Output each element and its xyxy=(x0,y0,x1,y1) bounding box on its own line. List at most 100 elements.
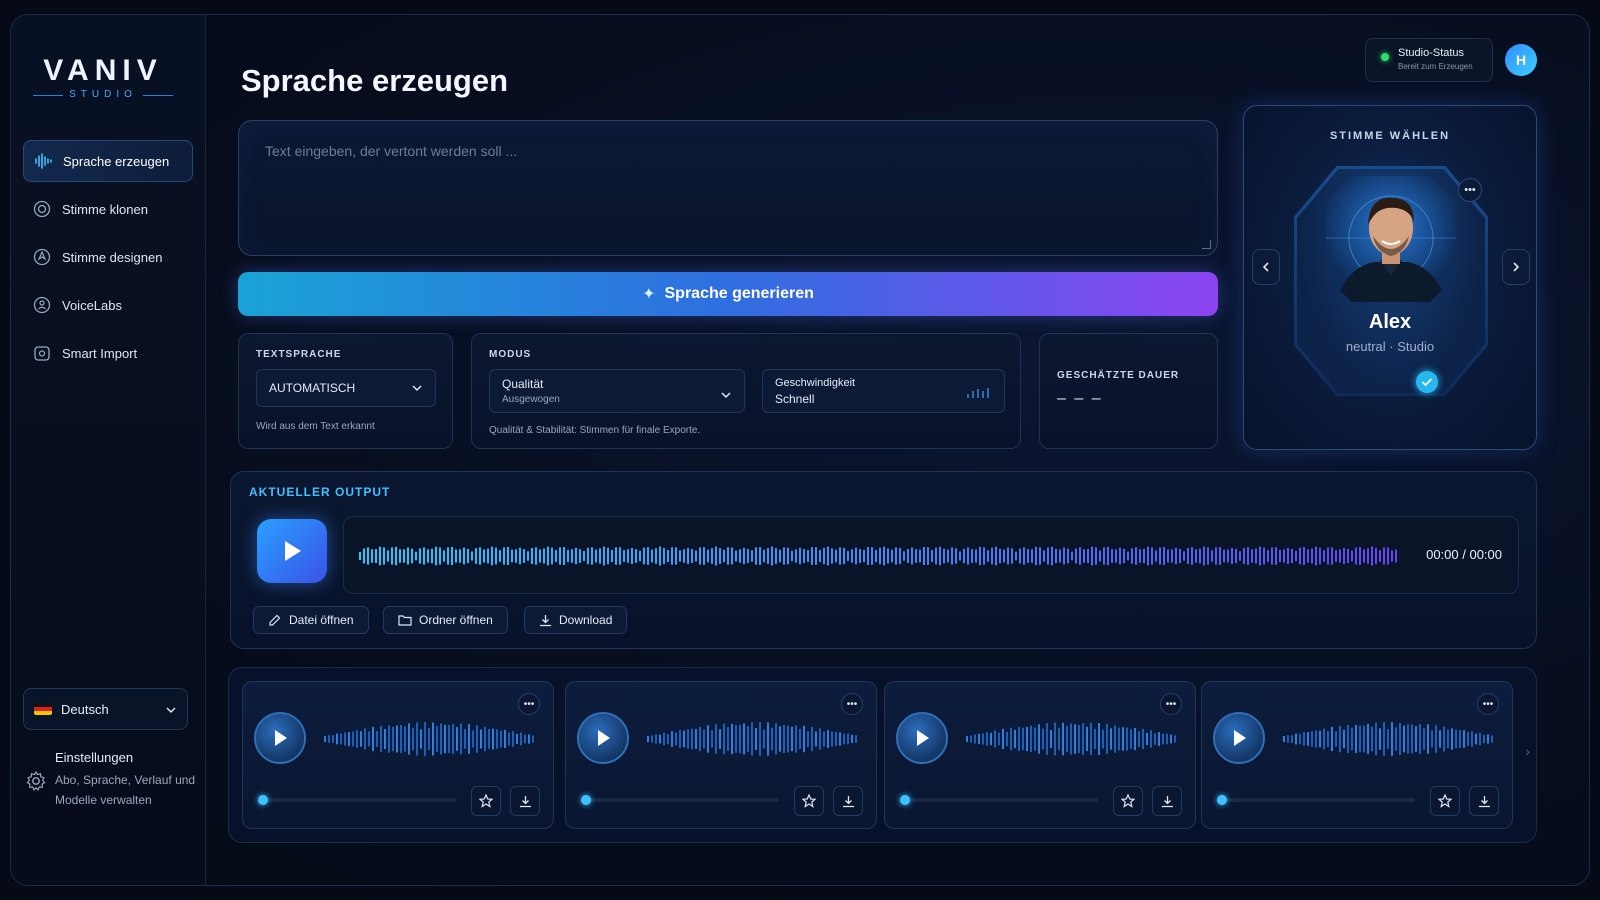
voice-prev-button[interactable] xyxy=(1252,249,1280,285)
chevron-down-icon xyxy=(165,702,177,717)
more-icon[interactable]: ••• xyxy=(841,693,863,715)
history-play-button[interactable] xyxy=(254,712,306,764)
settings-title: Einstellungen xyxy=(55,750,134,765)
quality-select[interactable]: Qualität Ausgewogen xyxy=(489,369,745,413)
download-icon xyxy=(1478,795,1490,807)
sidebar-item-label: Stimme klonen xyxy=(62,201,148,217)
folder-icon xyxy=(398,615,412,626)
chevron-right-icon xyxy=(1513,262,1520,272)
modus-card: MODUS Qualität Ausgewogen Geschwindigkei… xyxy=(471,333,1021,449)
voice-selector: STIMME WÄHLEN ••• Alex neutral · Studio xyxy=(1243,105,1537,450)
star-icon xyxy=(1438,794,1452,808)
clone-icon xyxy=(33,200,51,218)
sidebar-item-label: Stimme designen xyxy=(62,249,163,265)
status-dot xyxy=(1381,53,1389,61)
textsprache-card: TEXTSPRACHE AUTOMATISCH Wird aus dem Tex… xyxy=(238,333,453,449)
history-item[interactable]: ••• xyxy=(884,681,1196,829)
sidebar-item-stimme-klonen[interactable]: Stimme klonen xyxy=(23,188,193,230)
open-folder-button[interactable]: Ordner öffnen xyxy=(383,606,508,634)
app-window: VANIV STUDIO Sprache erzeugen Stimme klo… xyxy=(10,14,1590,886)
waveform-icon xyxy=(34,152,52,170)
open-file-label: Datei öffnen xyxy=(289,613,354,627)
favorite-button[interactable] xyxy=(1113,786,1143,816)
progress-handle[interactable] xyxy=(258,795,268,805)
textsprache-select[interactable]: AUTOMATISCH xyxy=(256,369,436,407)
favorite-button[interactable] xyxy=(794,786,824,816)
history-progress[interactable] xyxy=(900,795,1098,805)
edit-icon xyxy=(269,614,281,626)
history-download-button[interactable] xyxy=(510,786,540,816)
speed-value: Schnell xyxy=(775,391,815,406)
history-play-button[interactable] xyxy=(577,712,629,764)
play-button[interactable] xyxy=(257,519,327,583)
page-title: Sprache erzeugen xyxy=(241,63,509,98)
download-icon xyxy=(519,795,531,807)
sidebar: VANIV STUDIO Sprache erzeugen Stimme klo… xyxy=(11,15,206,885)
favorite-button[interactable] xyxy=(1430,786,1460,816)
history-waveform xyxy=(324,722,534,756)
play-icon xyxy=(285,541,301,561)
chevron-down-icon xyxy=(411,381,423,395)
studio-status: Studio-Status Bereit zum Erzeugen xyxy=(1365,38,1493,82)
play-icon xyxy=(275,730,287,746)
history-item[interactable]: ••• xyxy=(1201,681,1513,829)
generate-label: Sprache generieren xyxy=(664,285,814,302)
generate-button[interactable]: ✦ Sprache generieren xyxy=(238,272,1218,316)
favorite-button[interactable] xyxy=(471,786,501,816)
history-progress[interactable] xyxy=(258,795,456,805)
more-icon[interactable]: ••• xyxy=(1160,693,1182,715)
history-download-button[interactable] xyxy=(833,786,863,816)
star-icon xyxy=(802,794,816,808)
settings-link[interactable]: Einstellungen Abo, Sprache, Verlauf und … xyxy=(25,750,200,810)
progress-handle[interactable] xyxy=(581,795,591,805)
voice-more-button[interactable]: ••• xyxy=(1458,178,1482,202)
duration-value: – – – xyxy=(1057,390,1103,407)
progress-handle[interactable] xyxy=(900,795,910,805)
speed-label: Geschwindigkeit xyxy=(775,376,856,389)
history-play-button[interactable] xyxy=(896,712,948,764)
waveform xyxy=(359,546,1397,566)
textsprache-label: TEXTSPRACHE xyxy=(256,349,342,360)
open-file-button[interactable]: Datei öffnen xyxy=(253,606,369,634)
playback-time: 00:00 / 00:00 xyxy=(1426,547,1502,562)
language-select[interactable]: Deutsch xyxy=(23,688,188,730)
history-progress[interactable] xyxy=(581,795,779,805)
logo-name: VANIV xyxy=(43,54,163,87)
text-input[interactable]: Text eingeben, der vertont werden soll .… xyxy=(238,120,1218,256)
sidebar-item-label: Sprache erzeugen xyxy=(63,153,170,169)
history-item[interactable]: ••• xyxy=(242,681,554,829)
history-download-button[interactable] xyxy=(1469,786,1499,816)
more-icon[interactable]: ••• xyxy=(1477,693,1499,715)
avatar[interactable]: H xyxy=(1505,44,1537,76)
play-icon xyxy=(598,730,610,746)
import-icon xyxy=(33,344,51,362)
waveform-display[interactable]: 00:00 / 00:00 xyxy=(343,516,1519,594)
voice-next-button[interactable] xyxy=(1502,249,1530,285)
sidebar-item-sprache-erzeugen[interactable]: Sprache erzeugen xyxy=(23,140,193,182)
duration-card: GESCHÄTZTE DAUER – – – xyxy=(1039,333,1218,449)
speed-select[interactable]: Geschwindigkeit Schnell xyxy=(762,369,1005,413)
play-icon xyxy=(917,730,929,746)
history-item[interactable]: ••• xyxy=(565,681,877,829)
history-progress[interactable] xyxy=(1217,795,1415,805)
history-waveform xyxy=(966,722,1176,756)
chevron-right-icon[interactable]: › xyxy=(1525,743,1530,759)
output-title: AKTUELLER OUTPUT xyxy=(249,485,391,499)
more-icon[interactable]: ••• xyxy=(518,693,540,715)
voice-name: Alex xyxy=(1368,311,1412,333)
download-icon xyxy=(1161,795,1173,807)
history-waveform xyxy=(1283,722,1493,756)
history-waveform xyxy=(647,722,857,756)
history-download-button[interactable] xyxy=(1152,786,1182,816)
sidebar-item-stimme-designen[interactable]: Stimme designen xyxy=(23,236,193,278)
voice-desc: neutral · Studio xyxy=(1345,339,1435,354)
play-icon xyxy=(1234,730,1246,746)
duration-label: GESCHÄTZTE DAUER xyxy=(1057,370,1180,381)
history-play-button[interactable] xyxy=(1213,712,1265,764)
progress-handle[interactable] xyxy=(1217,795,1227,805)
sidebar-item-voicelabs[interactable]: VoiceLabs xyxy=(23,284,193,326)
sidebar-item-label: VoiceLabs xyxy=(62,297,122,313)
download-button[interactable]: Download xyxy=(524,606,628,634)
sidebar-item-smart-import[interactable]: Smart Import xyxy=(23,332,193,374)
download-icon xyxy=(540,614,551,626)
